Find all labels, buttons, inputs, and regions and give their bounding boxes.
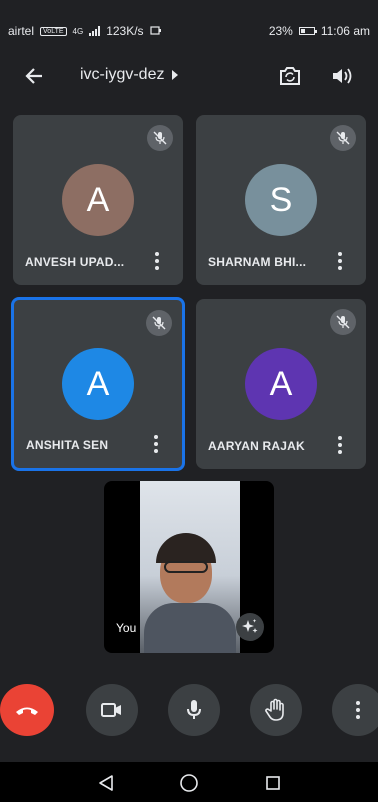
mic-off-icon: [146, 310, 172, 336]
mic-icon: [187, 700, 201, 719]
raise-hand-icon: [265, 698, 284, 721]
more-vert-icon[interactable]: [332, 433, 348, 457]
carrier-name: airtel: [8, 24, 35, 38]
self-view[interactable]: You: [104, 481, 274, 653]
participant-tile-3[interactable]: A ANSHITA SEN: [11, 297, 185, 471]
mic-off-icon: [330, 125, 356, 151]
more-vert-icon[interactable]: [148, 432, 164, 456]
call-controls: [0, 684, 378, 740]
status-bar: airtel VoLTE 4G 123K/s 23% 11:06 am: [0, 18, 378, 44]
meeting-title[interactable]: ivc-iygv-dez: [80, 66, 179, 84]
mic-toggle-button[interactable]: [168, 684, 220, 736]
nav-recents-icon: [266, 776, 280, 790]
participant-name: ANVESH UPAD...: [25, 255, 125, 269]
clock: 11:06 am: [320, 24, 370, 38]
meeting-code: ivc-iygv-dez: [80, 66, 165, 83]
effects-button[interactable]: [236, 613, 264, 641]
nav-back-icon: [99, 775, 113, 791]
video-camera-icon: [101, 703, 121, 717]
battery-percent: 23%: [268, 24, 293, 38]
caret-right-icon: [172, 70, 179, 80]
volume-icon: [333, 68, 352, 84]
participant-tile-1[interactable]: A ANVESH UPAD...: [13, 115, 183, 285]
back-button[interactable]: [20, 62, 48, 90]
participant-name: ANSHITA SEN: [26, 438, 109, 452]
volte-badge: VoLTE: [40, 26, 67, 36]
switch-camera-button[interactable]: [276, 62, 304, 90]
switch-camera-icon: [280, 67, 300, 85]
avatar: S: [245, 164, 317, 236]
participant-tile-2[interactable]: S SHARNAM BHI...: [196, 115, 366, 285]
speaker-button[interactable]: [328, 62, 356, 90]
battery-icon: [298, 27, 317, 35]
raise-hand-button[interactable]: [250, 684, 302, 736]
camera-toggle-button[interactable]: [86, 684, 138, 736]
signal-icon: [89, 26, 101, 36]
sparkles-icon: [242, 619, 258, 633]
avatar: A: [245, 348, 317, 420]
nav-back-button[interactable]: [95, 772, 117, 794]
end-call-button[interactable]: [0, 684, 54, 736]
more-options-button[interactable]: [332, 684, 378, 736]
nav-home-icon: [180, 774, 198, 792]
participant-name: AARYAN RAJAK: [208, 439, 305, 453]
network-type: 4G: [72, 26, 84, 36]
system-nav-bar: [0, 762, 378, 802]
mic-off-icon: [147, 125, 173, 151]
arrow-back-icon: [25, 68, 42, 84]
more-vert-icon: [356, 701, 360, 719]
self-label: You: [116, 621, 137, 635]
app-bar: ivc-iygv-dez: [0, 56, 378, 96]
call-end-icon: [16, 707, 38, 715]
avatar: A: [62, 164, 134, 236]
mic-off-icon: [330, 309, 356, 335]
network-speed: 123K/s: [106, 24, 144, 38]
cast-icon: [149, 26, 161, 35]
nav-recents-button[interactable]: [262, 772, 284, 794]
avatar: A: [62, 348, 134, 420]
participant-tile-4[interactable]: A AARYAN RAJAK: [196, 299, 366, 469]
more-vert-icon[interactable]: [332, 249, 348, 273]
nav-home-button[interactable]: [178, 772, 200, 794]
more-vert-icon[interactable]: [149, 249, 165, 273]
participant-name: SHARNAM BHI...: [208, 255, 307, 269]
